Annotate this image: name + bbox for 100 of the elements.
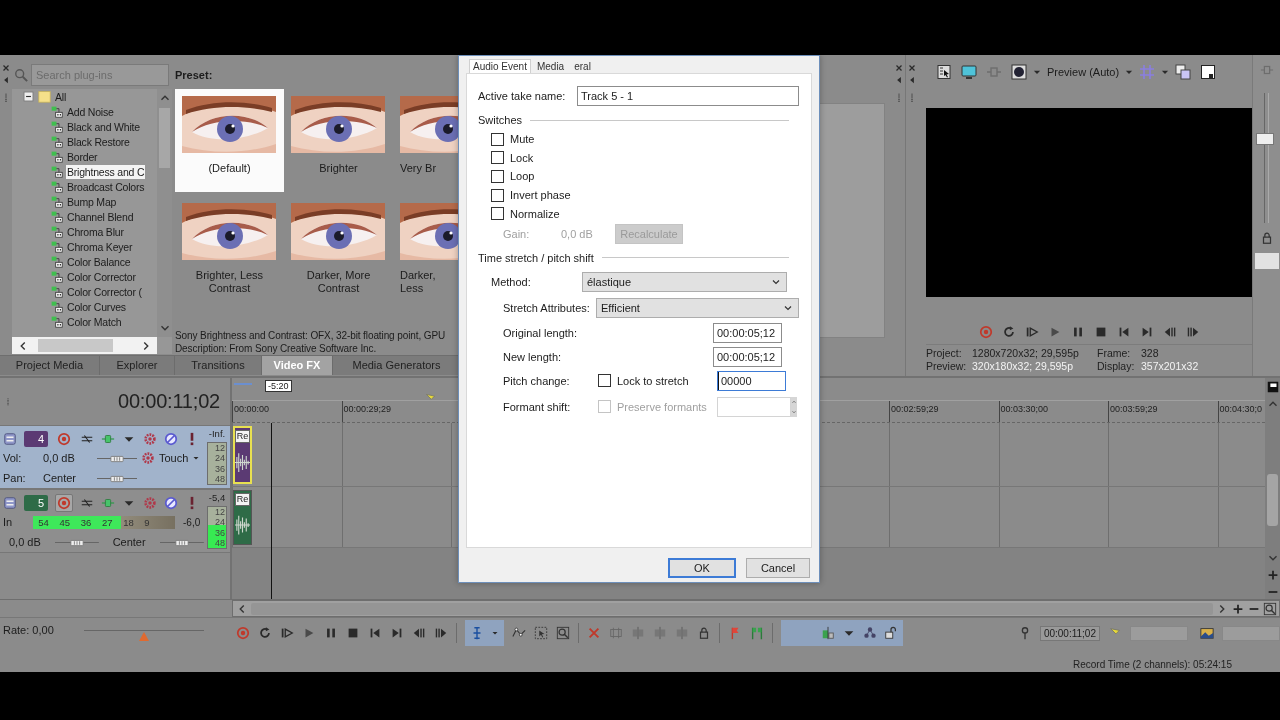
previous-frame-icon[interactable] — [412, 626, 426, 640]
play-from-start-icon[interactable] — [280, 626, 294, 640]
checkbox[interactable] — [598, 374, 611, 388]
preset-item[interactable]: Darker, More Contrast — [284, 196, 393, 292]
scrollbar-thumb[interactable] — [1267, 474, 1278, 526]
track-expand-icon[interactable] — [3, 495, 17, 510]
tree-item[interactable]: Chroma Keyer — [66, 239, 134, 254]
preview-quality-menu[interactable]: Preview (Auto) — [1047, 66, 1120, 78]
checkbox[interactable] — [491, 188, 504, 202]
tree-item[interactable]: Color Curves — [66, 299, 127, 314]
mute-icon[interactable] — [164, 495, 178, 510]
ok-button[interactable]: OK — [668, 558, 736, 578]
tree-item[interactable]: Add Noise — [66, 104, 115, 119]
dialog-tab[interactable]: eral — [570, 59, 595, 73]
tree-item[interactable]: Color Corrector ( — [66, 284, 143, 299]
scrollbar[interactable] — [12, 337, 157, 354]
marker-flag-icon[interactable] — [1265, 380, 1280, 394]
loop-icon[interactable] — [1001, 325, 1016, 339]
properties-icon[interactable] — [936, 64, 952, 80]
next-frame-icon[interactable] — [1185, 325, 1200, 339]
zoom-icon[interactable] — [1263, 601, 1277, 616]
previous-frame-icon[interactable] — [1162, 325, 1177, 339]
close-icon[interactable] — [894, 63, 904, 73]
meter-tick: 12 — [215, 507, 225, 518]
track-header[interactable]: 4 Vol: 0,0 dB Touch Pan: Center -Inf. 12 24 36 48 — [0, 425, 230, 489]
track-header[interactable]: 5 In 54 45 36 27 18 9 -6,0 0,0 dB Center -5,4 12 24 36 48 — [0, 489, 230, 553]
loop-icon[interactable] — [258, 626, 272, 640]
tree-item[interactable]: Black Restore — [66, 134, 131, 149]
preset-item[interactable]: Brighter — [284, 89, 393, 192]
panel-tab[interactable]: Project Media — [0, 356, 100, 375]
checkbox[interactable] — [491, 207, 504, 221]
scrollbar-thumb[interactable] — [38, 339, 113, 352]
dialog-tab[interactable]: Audio Event — [469, 59, 531, 73]
dialog-tab[interactable]: Media — [532, 59, 569, 73]
close-icon[interactable] — [1, 63, 11, 73]
snapping-toolbar[interactable] — [781, 620, 903, 646]
number-field[interactable]: 00000 — [717, 370, 786, 391]
audio-event[interactable]: Re — [233, 490, 252, 545]
tree-item[interactable]: Border — [66, 149, 99, 164]
caret-icon[interactable] — [192, 454, 201, 462]
checkbox[interactable] — [491, 151, 504, 165]
mute-icon[interactable] — [164, 431, 178, 446]
scrollbar[interactable] — [232, 600, 1280, 617]
zoom-slider-thumb[interactable] — [1256, 132, 1274, 145]
tree-item[interactable]: Chroma Blur — [66, 224, 125, 239]
time-field[interactable]: 00:00:05;12 — [713, 346, 782, 367]
edit-tool-button[interactable] — [465, 620, 504, 646]
panel-tab[interactable]: Explorer — [100, 356, 175, 375]
pause-icon[interactable] — [324, 626, 338, 640]
tree-item[interactable]: Broadcast Colors — [66, 179, 146, 194]
info-value: 357x201x32 — [1141, 359, 1200, 372]
time-field[interactable]: 00:00:11;02 — [1039, 625, 1100, 641]
stop-icon[interactable] — [346, 626, 360, 640]
next-frame-icon[interactable] — [434, 626, 448, 640]
play-from-start-icon[interactable] — [1024, 325, 1039, 339]
copy-icon[interactable] — [1175, 64, 1192, 80]
checkbox[interactable] — [491, 170, 504, 183]
selection-icon[interactable] — [534, 626, 548, 640]
panel-tab[interactable]: Media Generators — [333, 356, 460, 375]
gear-icon[interactable] — [141, 451, 155, 465]
dropdown[interactable]: élastique — [582, 271, 787, 292]
gear-icon[interactable] — [143, 431, 157, 446]
time-field[interactable]: 00:00:05;12 — [713, 322, 782, 343]
thumbnail-icon[interactable] — [1200, 626, 1214, 640]
save-icon[interactable] — [1200, 64, 1217, 80]
dropdown[interactable]: Efficient — [596, 297, 799, 318]
close-icon[interactable] — [907, 63, 917, 73]
rate-slider-thumb[interactable] — [138, 632, 149, 641]
preset-item[interactable]: Brighter, Less Contrast — [175, 196, 284, 292]
text-field[interactable]: Track 5 - 1 — [577, 86, 799, 106]
scrollbar-thumb[interactable] — [159, 108, 170, 168]
scrollbar[interactable] — [157, 89, 172, 337]
go-to-start-icon[interactable] — [368, 626, 382, 640]
collapse-icon[interactable] — [22, 90, 35, 103]
tree-item[interactable]: All — [54, 89, 68, 104]
meter-tick: 27 — [101, 515, 113, 529]
zoom-icon[interactable] — [556, 626, 570, 640]
tree-item[interactable]: Bump Map — [66, 194, 118, 209]
monitor-icon[interactable] — [961, 64, 977, 80]
checkbox[interactable] — [491, 132, 504, 146]
preset-item[interactable]: Very Br — [393, 89, 460, 192]
scrollbar-thumb[interactable] — [251, 602, 1213, 615]
time-label: 00:00:29;29 — [341, 401, 451, 422]
cancel-button[interactable]: Cancel — [746, 558, 810, 578]
envelope-icon[interactable] — [512, 626, 526, 640]
tree-item[interactable]: Black and White — [66, 119, 141, 134]
tree-item[interactable]: Color Balance — [66, 254, 132, 269]
tree-item[interactable]: Channel Blend — [66, 209, 135, 224]
overlay-icon[interactable] — [1011, 64, 1027, 80]
tree-item[interactable]: Color Match — [66, 314, 123, 329]
tree-item[interactable]: Brightness and C — [66, 164, 146, 179]
tree-item[interactable]: Color Corrector — [66, 269, 137, 284]
plug-in-icon — [50, 270, 63, 283]
arm-record-button[interactable] — [55, 493, 73, 512]
lock-icon[interactable] — [697, 626, 711, 640]
go-to-end-icon[interactable] — [390, 626, 404, 640]
preset-item[interactable]: (Default) — [175, 89, 284, 192]
automation-mode[interactable]: Touch — [159, 452, 189, 464]
audio-event[interactable]: Re — [233, 426, 252, 484]
track-expand-icon[interactable] — [3, 431, 17, 446]
